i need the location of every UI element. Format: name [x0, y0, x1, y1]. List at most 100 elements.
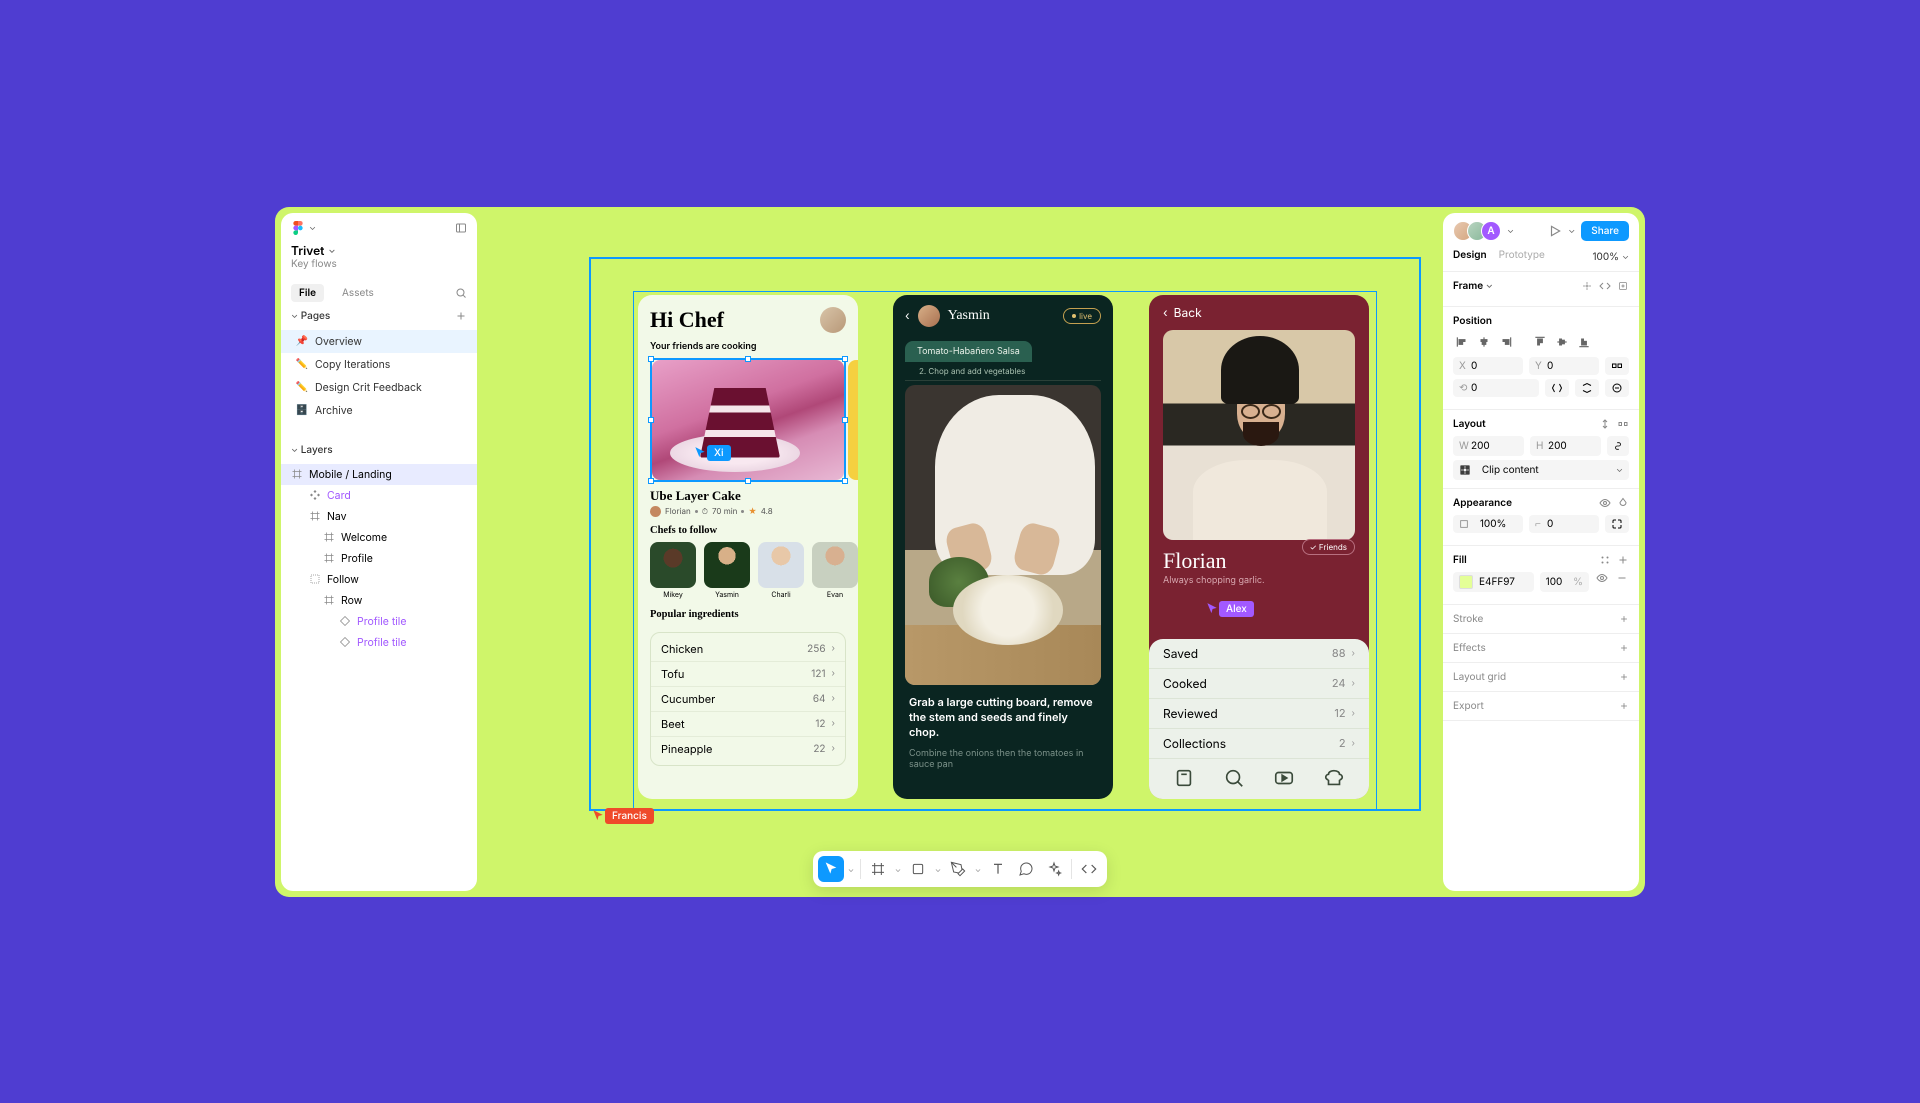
chevron-down-icon[interactable]: ⌄ [1507, 225, 1514, 236]
chevron-down-icon[interactable]: ⌄ [893, 856, 903, 882]
pen-tool-button[interactable] [945, 856, 971, 882]
layer-tile-2[interactable]: Profile tile [281, 632, 477, 653]
export-section[interactable]: Export [1443, 692, 1639, 721]
frame-tool-button[interactable] [865, 856, 891, 882]
layer-frame[interactable]: Mobile / Landing [281, 464, 477, 485]
align-bottom-icon[interactable] [1575, 333, 1593, 351]
align-right-icon[interactable] [1497, 333, 1515, 351]
share-button[interactable]: Share [1581, 221, 1629, 241]
layer-welcome[interactable]: Welcome [281, 527, 477, 548]
add-fill-icon[interactable] [1617, 554, 1629, 566]
collaborator-avatars[interactable]: A [1453, 221, 1501, 241]
autolayout-v-icon[interactable] [1599, 418, 1611, 430]
selected-card[interactable] [650, 358, 846, 482]
panel-toggle-icon[interactable] [455, 222, 467, 234]
tab-design[interactable]: Design [1453, 249, 1487, 265]
autolayout-h-icon[interactable] [1617, 418, 1629, 430]
align-top-icon[interactable] [1531, 333, 1549, 351]
corner-radius-input[interactable]: ⌐0 [1529, 515, 1599, 533]
fill-swatch[interactable] [1459, 575, 1473, 589]
text-tool-button[interactable] [985, 856, 1011, 882]
align-vcenter-icon[interactable] [1553, 333, 1571, 351]
mockup-landing[interactable]: Hi Chef Your friends are cooking Ube Lay… [638, 295, 858, 799]
fit-icon[interactable] [1581, 280, 1593, 292]
chevron-down-icon[interactable]: ⌄ [933, 856, 943, 882]
fill-color-input[interactable]: E4FF97 [1453, 572, 1534, 592]
page-copy-iterations[interactable]: ✏️Copy Iterations [281, 353, 477, 376]
fill-remove-icon[interactable] [1615, 572, 1629, 584]
position-header: Position [1453, 315, 1629, 327]
add-page-icon[interactable] [455, 310, 467, 322]
chevron-down-icon: ⌄ [309, 222, 316, 233]
clip-content-select[interactable]: Clip content⌄ [1453, 460, 1629, 480]
visibility-icon[interactable] [1599, 497, 1611, 509]
add-icon [1619, 701, 1629, 711]
rotation-input[interactable]: ⟲0 [1453, 379, 1539, 397]
chevron-down-icon[interactable]: ⌄ [1486, 280, 1493, 291]
fill-opacity-input[interactable]: 100 % [1540, 572, 1589, 592]
zoom-control[interactable]: 100%⌄ [1592, 251, 1629, 263]
x-input[interactable]: X0 [1453, 357, 1523, 375]
component-icon[interactable] [1617, 280, 1629, 292]
layer-profile[interactable]: Profile [281, 548, 477, 569]
pages-header: Pages [301, 310, 331, 322]
chevron-down-icon[interactable]: ⌄ [973, 856, 983, 882]
chef-row: Mikey Yasmin Charli Evan [638, 542, 858, 599]
flip-h-icon[interactable] [1545, 379, 1569, 397]
constrain-icon[interactable] [1607, 436, 1629, 456]
dev-mode-button[interactable] [1076, 856, 1102, 882]
layout-grid-section[interactable]: Layout grid [1443, 663, 1639, 692]
layer-row[interactable]: Row [281, 590, 477, 611]
stroke-section[interactable]: Stroke [1443, 605, 1639, 634]
layer-nav[interactable]: Nav [281, 506, 477, 527]
avatar[interactable]: A [1481, 221, 1501, 241]
comment-tool-button[interactable] [1013, 856, 1039, 882]
tab-file[interactable]: File [291, 284, 324, 302]
width-input[interactable]: W200 [1453, 436, 1524, 456]
blend-mode-icon[interactable] [1617, 497, 1629, 509]
present-icon[interactable] [1548, 224, 1562, 238]
effects-section[interactable]: Effects [1443, 634, 1639, 663]
back-icon: ‹ [905, 308, 910, 323]
align-hcenter-icon[interactable] [1475, 333, 1493, 351]
actions-tool-button[interactable] [1041, 856, 1067, 882]
mockup-live-cooking[interactable]: ‹Yasminlive Tomato-Habañero Salsa 2. Cho… [893, 295, 1113, 799]
figma-logo-icon [291, 221, 305, 235]
independent-corners-icon[interactable] [1605, 515, 1629, 533]
project-title[interactable]: Trivet⌄ [281, 239, 477, 258]
move-tool-button[interactable] [818, 856, 844, 882]
search-icon[interactable] [455, 287, 467, 299]
dev-mode-icon[interactable] [1599, 280, 1611, 292]
profile-photo [1163, 330, 1355, 540]
figma-menu[interactable]: ⌄ [291, 221, 316, 235]
abs-position-icon[interactable] [1605, 357, 1629, 375]
page-design-crit[interactable]: ✏️Design Crit Feedback [281, 376, 477, 399]
page-overview[interactable]: 📌Overview [281, 330, 477, 353]
more-icon[interactable] [1605, 379, 1629, 397]
shape-tool-button[interactable] [905, 856, 931, 882]
flip-v-icon[interactable] [1575, 379, 1599, 397]
y-input[interactable]: Y0 [1529, 357, 1599, 375]
fill-visible-icon[interactable] [1595, 572, 1609, 584]
styles-icon[interactable] [1599, 554, 1611, 566]
page-archive[interactable]: 🗄️Archive [281, 399, 477, 422]
live-header: ‹Yasminlive [893, 295, 1113, 337]
layer-card[interactable]: Card [281, 485, 477, 506]
chevron-down-icon[interactable]: ⌄ [291, 444, 298, 455]
chevron-down-icon[interactable]: ⌄ [291, 310, 298, 321]
height-input[interactable]: H200 [1530, 436, 1601, 456]
opacity-input[interactable]: 100% [1453, 515, 1523, 533]
chevron-down-icon[interactable]: ⌄ [1568, 225, 1575, 236]
friends-badge: ✓ Friends [1302, 539, 1355, 555]
align-left-icon[interactable] [1453, 333, 1471, 351]
mockup-profile[interactable]: ‹Back Florian Always chopping garlic. ✓ … [1149, 295, 1369, 799]
ingredient-list: Chicken256› Tofu121› Cucumber64› Beet12›… [650, 632, 846, 766]
canvas[interactable]: Hi Chef Your friends are cooking Ube Lay… [493, 213, 1427, 891]
chef-tile: Yasmin [704, 542, 750, 599]
chevron-down-icon[interactable]: ⌄ [846, 856, 856, 882]
layer-tile-1[interactable]: Profile tile [281, 611, 477, 632]
layer-follow[interactable]: Follow [281, 569, 477, 590]
tab-assets[interactable]: Assets [334, 284, 382, 302]
main-toolbar: ⌄ ⌄ ⌄ ⌄ [813, 851, 1107, 887]
tab-prototype[interactable]: Prototype [1499, 249, 1545, 265]
